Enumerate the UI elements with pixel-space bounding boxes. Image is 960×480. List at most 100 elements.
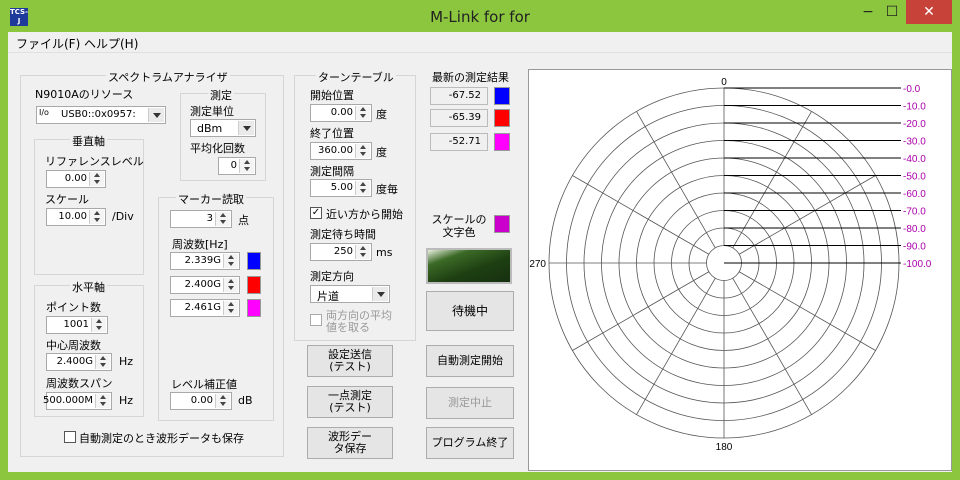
wait-time-unit: ms — [376, 246, 393, 259]
chevron-down-icon[interactable] — [148, 108, 164, 122]
single-measure-button[interactable]: 一点測定(テスト) — [307, 386, 393, 418]
auto-measure-start-button[interactable]: 自動測定開始 — [426, 345, 514, 377]
reference-level-stepper[interactable]: 0.00 — [46, 170, 106, 188]
marker-frequency-2-value: 2.400G — [184, 279, 221, 290]
stepper-arrows-icon[interactable] — [91, 318, 106, 332]
marker-count-unit: 点 — [238, 214, 249, 227]
scale-stepper[interactable]: 10.00 — [46, 208, 106, 226]
stepper-arrows-icon[interactable] — [355, 144, 370, 158]
stepper-arrows-icon[interactable] — [223, 254, 238, 268]
status-indicator-lamp — [426, 248, 512, 284]
end-position-stepper[interactable]: 360.00 — [310, 142, 372, 160]
interval-unit: 度毎 — [376, 183, 398, 196]
start-position-stepper[interactable]: 0.00 — [310, 104, 372, 122]
stepper-arrows-icon[interactable] — [215, 212, 230, 226]
latest-color-2 — [494, 109, 510, 127]
close-icon[interactable]: ✕ — [906, 0, 952, 24]
reference-level-label: リファレンスレベル — [45, 155, 144, 168]
stepper-arrows-icon[interactable] — [215, 394, 230, 408]
maximize-icon[interactable]: ☐ — [882, 2, 902, 24]
marker-frequency-label: 周波数[Hz] — [172, 238, 228, 251]
points-stepper[interactable]: 1001 — [46, 316, 108, 334]
measure-unit-select[interactable]: dBm — [190, 119, 256, 137]
scale-value: 10.00 — [58, 211, 87, 222]
end-position-value: 360.00 — [318, 145, 353, 156]
start-position-label: 開始位置 — [310, 89, 354, 102]
center-frequency-unit: Hz — [119, 355, 134, 368]
latest-color-1 — [494, 87, 510, 105]
chevron-down-icon[interactable] — [372, 287, 388, 301]
radial-label: -60.0 — [903, 189, 926, 200]
stepper-arrows-icon[interactable] — [95, 394, 110, 408]
marker-frequency-2[interactable]: 2.400G — [170, 276, 240, 294]
marker-frequency-1-value: 2.339G — [184, 255, 221, 266]
stepper-arrows-icon[interactable] — [223, 278, 238, 292]
average-count-value: 0 — [230, 160, 237, 171]
span-stepper[interactable]: 500.000M — [43, 392, 112, 410]
marker-count-value: 3 — [206, 213, 213, 224]
polar-chart: 0 270 180 -0.0 -10.0 -20.0 -30.0 -40.0 -50.0 -60.… — [528, 69, 952, 471]
marker-color-3[interactable] — [247, 299, 261, 317]
exit-program-button[interactable]: プログラム終了 — [426, 427, 514, 459]
radial-label: -20.0 — [903, 119, 926, 130]
wait-time-stepper[interactable]: 250 — [310, 243, 372, 261]
turntable-title: ターンテーブル — [316, 69, 396, 85]
stepper-arrows-icon[interactable] — [95, 355, 110, 369]
interval-value: 5.00 — [330, 182, 353, 193]
end-position-label: 終了位置 — [310, 127, 354, 140]
latest-results-title: 最新の測定結果 — [432, 71, 509, 84]
average-both-checkbox[interactable] — [310, 314, 322, 326]
center-frequency-stepper[interactable]: 2.400G — [46, 353, 112, 371]
center-frequency-label: 中心周波数 — [46, 339, 101, 352]
stepper-arrows-icon[interactable] — [239, 159, 254, 173]
radial-label: -30.0 — [903, 137, 926, 148]
latest-result-1: -67.52 — [430, 87, 488, 105]
reference-level-value: 0.00 — [64, 173, 87, 184]
marker-color-2[interactable] — [247, 276, 261, 294]
stepper-arrows-icon[interactable] — [89, 172, 104, 186]
save-wave-checkbox[interactable] — [64, 431, 76, 443]
radial-label: -90.0 — [903, 242, 926, 253]
window-title: M-Link for for — [430, 8, 530, 26]
save-wave-label: 自動測定のとき波形データも保存 — [79, 432, 244, 445]
average-count-stepper[interactable]: 0 — [218, 157, 256, 175]
marker-frequency-1[interactable]: 2.339G — [170, 252, 240, 270]
stepper-arrows-icon[interactable] — [89, 210, 104, 224]
stepper-arrows-icon[interactable] — [355, 106, 370, 120]
menu-help[interactable]: ヘルプ(H) — [84, 35, 138, 52]
scale-label: スケール — [45, 193, 89, 206]
angle-label-0: 0 — [721, 77, 727, 88]
average-both-label: 両方向の平均値を取る — [326, 309, 392, 334]
resource-select[interactable]: I/o USB0::0x0957: — [36, 106, 166, 124]
wait-time-label: 測定待ち時間 — [310, 228, 376, 241]
near-start-label: 近い方から開始 — [326, 208, 403, 221]
stepper-arrows-icon[interactable] — [223, 301, 238, 315]
minimize-icon[interactable]: − — [858, 2, 878, 24]
interval-label: 測定間隔 — [310, 165, 354, 178]
chevron-down-icon[interactable] — [238, 121, 254, 135]
measure-unit-value: dBm — [197, 122, 223, 135]
near-start-checkbox[interactable]: ✓ — [310, 207, 322, 219]
main-panel: スペクトラムアナライザ N9010Aのリソース I/o USB0::0x0957… — [8, 53, 952, 472]
direction-select[interactable]: 片道 — [310, 285, 390, 303]
save-wave-button[interactable]: 波形データ保存 — [307, 427, 393, 459]
horizontal-axis-title: 水平軸 — [70, 279, 107, 295]
angle-label-180: 180 — [716, 442, 733, 453]
io-icon: I/o — [39, 108, 49, 117]
status-button[interactable]: 待機中 — [426, 291, 514, 331]
stepper-arrows-icon[interactable] — [355, 181, 370, 195]
stop-measure-button[interactable]: 測定中止 — [426, 387, 514, 419]
menu-file[interactable]: ファイル(F) — [16, 35, 80, 52]
average-count-label: 平均化回数 — [190, 142, 245, 155]
resource-value: USB0::0x0957: — [61, 109, 136, 120]
level-correction-stepper[interactable]: 0.00 — [170, 392, 232, 410]
app-window: TCS-J M-Link for for − ☐ ✕ ファイル(F) ヘルプ(H… — [0, 0, 960, 480]
marker-color-1[interactable] — [247, 252, 261, 270]
radial-label: -10.0 — [903, 102, 926, 113]
interval-stepper[interactable]: 5.00 — [310, 179, 372, 197]
send-settings-button[interactable]: 設定送信(テスト) — [307, 345, 393, 377]
stepper-arrows-icon[interactable] — [355, 245, 370, 259]
marker-count-stepper[interactable]: 3 — [170, 210, 232, 228]
scale-color-swatch[interactable] — [494, 215, 510, 233]
marker-frequency-3[interactable]: 2.461G — [170, 299, 240, 317]
